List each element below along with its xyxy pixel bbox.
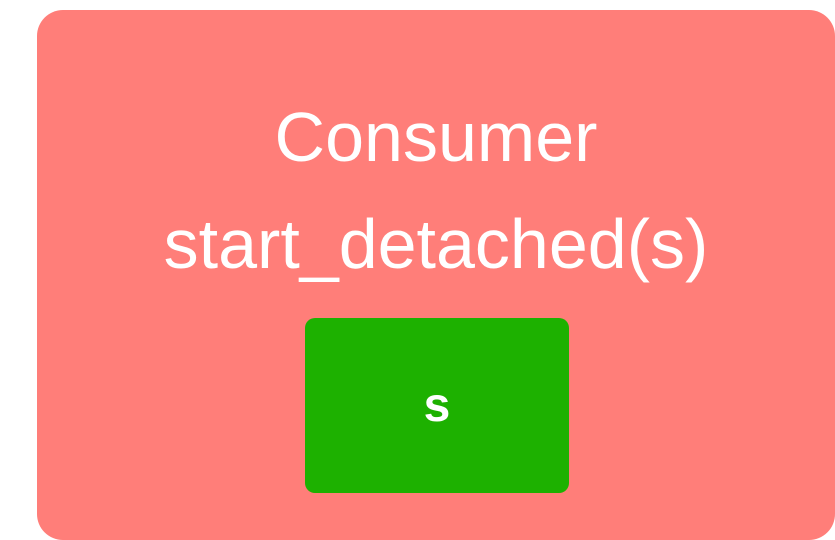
consumer-call: start_detached(s) xyxy=(163,205,709,283)
sender-label: s xyxy=(423,378,451,432)
sender-box: s xyxy=(305,318,569,493)
consumer-box: Consumer start_detached(s) s xyxy=(37,10,835,540)
consumer-title: Consumer xyxy=(274,98,598,176)
